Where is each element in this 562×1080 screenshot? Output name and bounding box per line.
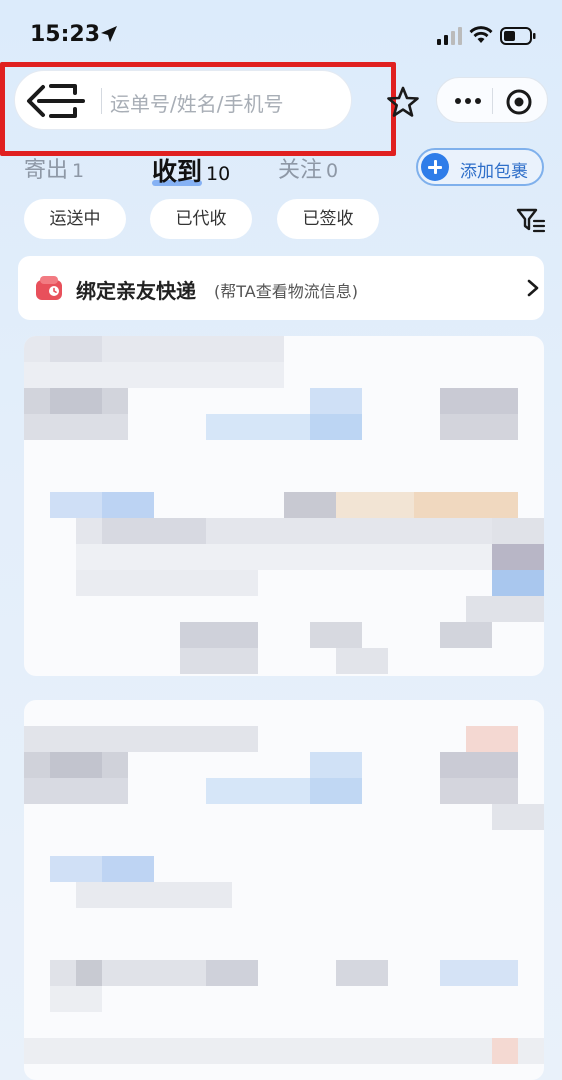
location-arrow-icon: [101, 26, 117, 42]
cellular-signal-icon: [437, 27, 462, 45]
add-package-label: 添加包裹: [460, 162, 528, 182]
pixelated-content-1: [24, 336, 544, 674]
mini-program-capsule: [436, 77, 548, 123]
pixelated-content-2: [24, 726, 544, 1064]
star-icon[interactable]: [385, 84, 421, 120]
filter-collected[interactable]: 已代收: [150, 199, 252, 239]
tab-received-count: 10: [206, 163, 231, 185]
status-time: 15:23: [30, 22, 101, 47]
battery-icon: [500, 27, 536, 45]
package-card-redacted[interactable]: [24, 336, 544, 676]
filter-signed[interactable]: 已签收: [277, 199, 379, 239]
annotation-highlight-box: [0, 62, 396, 156]
bind-card-title: 绑定亲友快递: [76, 279, 196, 303]
tab-sent-label: 寄出: [24, 158, 69, 183]
tab-received[interactable]: 收到 10: [152, 152, 230, 188]
gift-box-icon: [36, 276, 62, 300]
tab-sent-count: 1: [72, 160, 85, 182]
tab-following-label: 关注: [278, 158, 323, 183]
add-package-button[interactable]: 添加包裹: [416, 148, 544, 186]
bind-card-subtitle: (帮TA查看物流信息): [214, 282, 358, 301]
tab-following-count: 0: [326, 160, 339, 182]
tab-received-label: 收到: [152, 157, 203, 186]
tab-following[interactable]: 关注 0: [278, 152, 338, 184]
filter-icon[interactable]: [516, 207, 546, 233]
tab-sent[interactable]: 寄出 1: [24, 152, 84, 184]
wifi-icon: [469, 26, 493, 43]
bind-relatives-card[interactable]: 绑定亲友快递 (帮TA查看物流信息): [18, 256, 544, 320]
capsule-divider: [492, 88, 493, 114]
package-card-redacted[interactable]: [24, 700, 544, 1080]
chevron-right-icon: [527, 279, 539, 297]
plus-icon: [421, 153, 449, 181]
close-target-icon[interactable]: [504, 87, 534, 117]
more-dots-icon[interactable]: [453, 90, 483, 112]
status-bar: 15:23: [0, 0, 562, 70]
filter-in-transit[interactable]: 运送中: [24, 199, 126, 239]
